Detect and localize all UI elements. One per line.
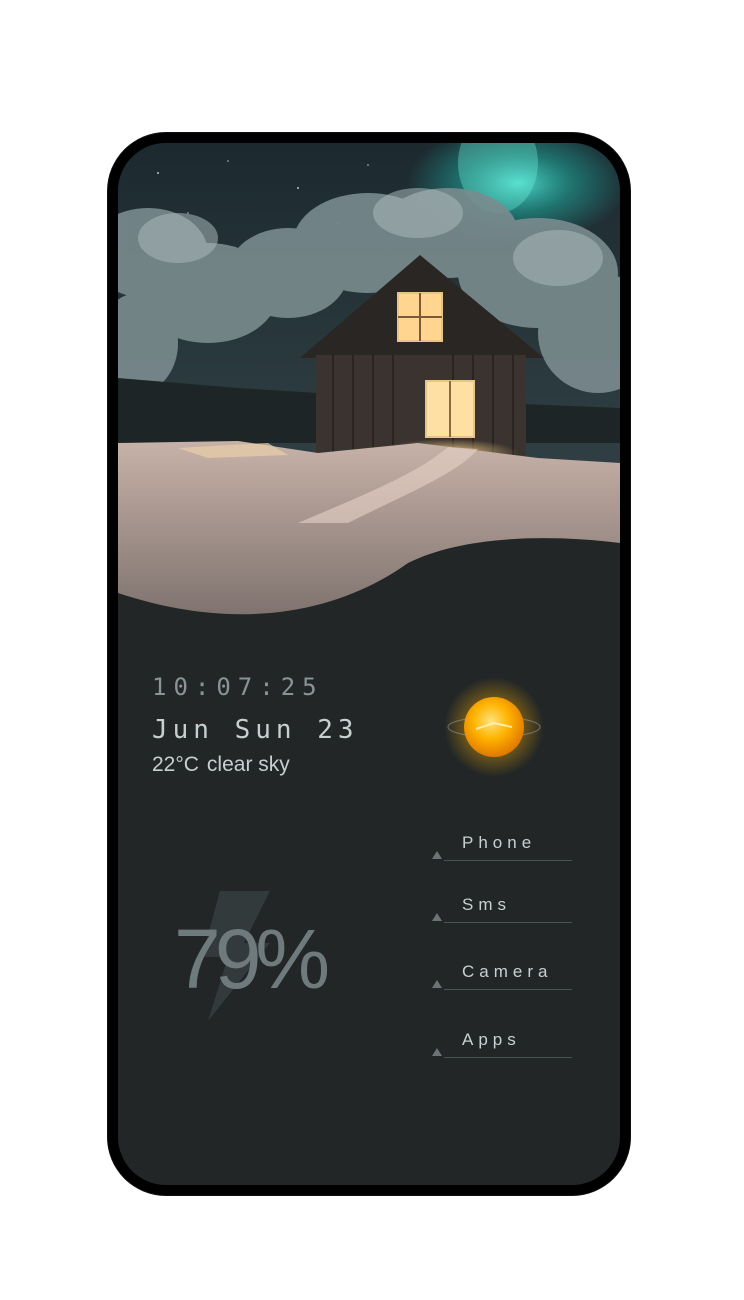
divider	[444, 1057, 572, 1058]
weather-condition: clear sky	[206, 753, 290, 776]
home-screen: 10:07:25 Jun Sun 23 22°C clear sky 79% P…	[118, 143, 620, 1185]
divider	[444, 989, 572, 990]
sun-icon	[438, 671, 550, 783]
battery-widget: 79%	[166, 891, 330, 1031]
wallpaper-image	[118, 143, 620, 623]
shortcut-apps[interactable]: Apps	[432, 1030, 582, 1062]
shortcut-label: Camera	[462, 962, 553, 981]
shortcut-label: Phone	[462, 833, 537, 852]
page: 10:07:25 Jun Sun 23 22°C clear sky 79% P…	[0, 0, 744, 1300]
triangle-icon	[432, 851, 442, 859]
triangle-icon	[432, 913, 442, 921]
battery-percentage: 79%	[174, 912, 330, 1006]
divider	[444, 860, 572, 861]
clock-date: Jun Sun 23	[152, 715, 359, 745]
shortcut-label: Apps	[462, 1030, 521, 1049]
shortcut-sms[interactable]: Sms	[432, 895, 582, 927]
phone-frame: 10:07:25 Jun Sun 23 22°C clear sky 79% P…	[108, 133, 630, 1195]
weather-temperature: 22°C	[152, 753, 199, 776]
shortcut-label: Sms	[462, 895, 511, 914]
triangle-icon	[432, 980, 442, 988]
divider	[444, 922, 572, 923]
weather-text: 22°C clear sky	[152, 753, 298, 777]
shortcut-phone[interactable]: Phone	[432, 833, 582, 865]
triangle-icon	[432, 1048, 442, 1056]
shortcut-camera[interactable]: Camera	[432, 962, 582, 994]
clock-time: 10:07:25	[152, 673, 324, 701]
